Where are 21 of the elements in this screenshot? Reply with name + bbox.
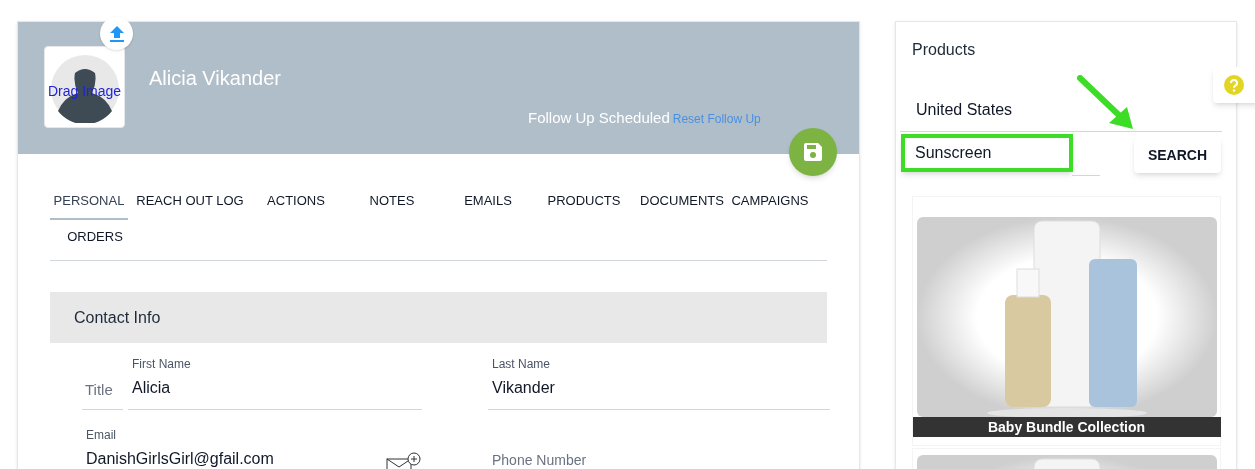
search-button[interactable]: SEARCH [1134, 137, 1221, 173]
panel-title: Products [912, 40, 976, 60]
section-title: Contact Info [74, 307, 161, 328]
tab[interactable]: EMAILS [444, 184, 532, 220]
tab[interactable]: DOCUMENTS [636, 184, 728, 220]
tab[interactable]: REACH OUT LOG [128, 184, 252, 220]
first-name-field[interactable]: First Name Alicia [128, 355, 422, 410]
follow-up-status: Follow Up Scheduled [528, 108, 670, 128]
tab[interactable]: PERSONAL [50, 184, 128, 220]
tab[interactable]: CAMPAIGNS [728, 184, 812, 220]
search-field[interactable]: Sunscreen [901, 134, 1073, 172]
tab[interactable]: ORDERS [50, 220, 140, 256]
tab[interactable]: ACTIONS [252, 184, 340, 220]
product-name: Baby Bundle Collection [912, 417, 1221, 437]
tab[interactable]: NOTES [340, 184, 444, 220]
tab[interactable]: PRODUCTS [532, 184, 636, 220]
contact-name: Alicia Vikander [149, 66, 281, 91]
product-card[interactable]: Baby Bundle Collection [912, 196, 1221, 446]
phone-number-field[interactable]: Phone Number [492, 450, 587, 469]
title-field[interactable]: Title [82, 373, 123, 410]
last-name-field[interactable]: Last Name Vikander [488, 355, 830, 410]
